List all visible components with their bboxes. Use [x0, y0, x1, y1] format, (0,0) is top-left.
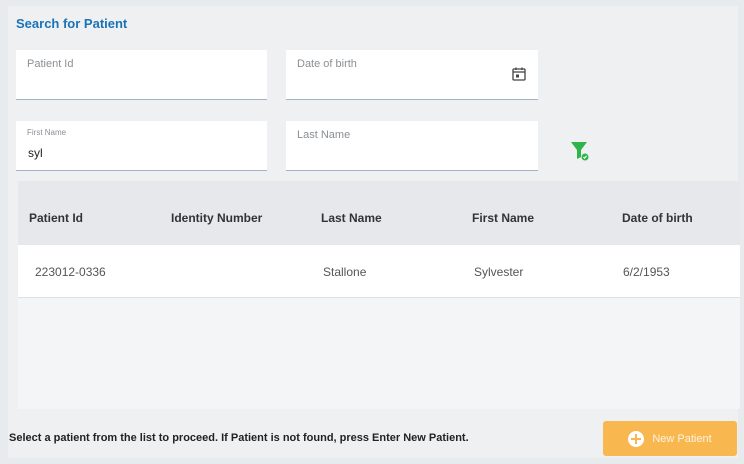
first-name-label: First Name — [27, 128, 67, 137]
new-patient-button-label: New Patient — [652, 432, 712, 445]
date-of-birth-field[interactable]: Date of birth — [286, 50, 538, 100]
last-name-label: Last Name — [297, 129, 351, 141]
first-name-input[interactable] — [26, 145, 240, 161]
filter-icon[interactable] — [570, 140, 590, 162]
cell-patient-id: 223012-0336 — [35, 265, 106, 279]
table-header: Patient Id Identity Number Last Name Fir… — [18, 181, 740, 245]
patient-id-field[interactable]: Patient Id — [16, 50, 267, 100]
column-header-last-name[interactable]: Last Name — [321, 211, 382, 225]
page-title: Search for Patient — [16, 16, 128, 31]
instruction-text: Select a patient from the list to procee… — [9, 432, 469, 444]
cell-first-name: Sylvester — [474, 265, 524, 279]
table-row[interactable]: 223012-0336 Stallone Sylvester 6/2/1953 — [18, 245, 740, 298]
date-of-birth-input[interactable] — [296, 74, 490, 90]
cell-date-of-birth: 6/2/1953 — [623, 265, 670, 279]
cell-last-name: Stallone — [323, 265, 367, 279]
new-patient-button[interactable]: New Patient — [603, 421, 737, 456]
patient-id-label: Patient Id — [27, 58, 74, 70]
column-header-identity-number[interactable]: Identity Number — [171, 211, 262, 225]
calendar-icon[interactable] — [512, 67, 526, 81]
last-name-input[interactable] — [296, 145, 510, 161]
last-name-field[interactable]: Last Name — [286, 121, 538, 171]
first-name-field[interactable]: First Name — [16, 121, 267, 171]
column-header-patient-id[interactable]: Patient Id — [29, 211, 83, 225]
column-header-first-name[interactable]: First Name — [472, 211, 534, 225]
column-header-date-of-birth[interactable]: Date of birth — [622, 211, 693, 225]
date-of-birth-label: Date of birth — [297, 58, 357, 70]
patient-results-table: Patient Id Identity Number Last Name Fir… — [18, 181, 740, 409]
plus-circle-icon — [628, 430, 645, 447]
patient-search-panel: Search for Patient Patient Id Date of bi… — [8, 6, 740, 458]
patient-id-input[interactable] — [26, 74, 240, 90]
